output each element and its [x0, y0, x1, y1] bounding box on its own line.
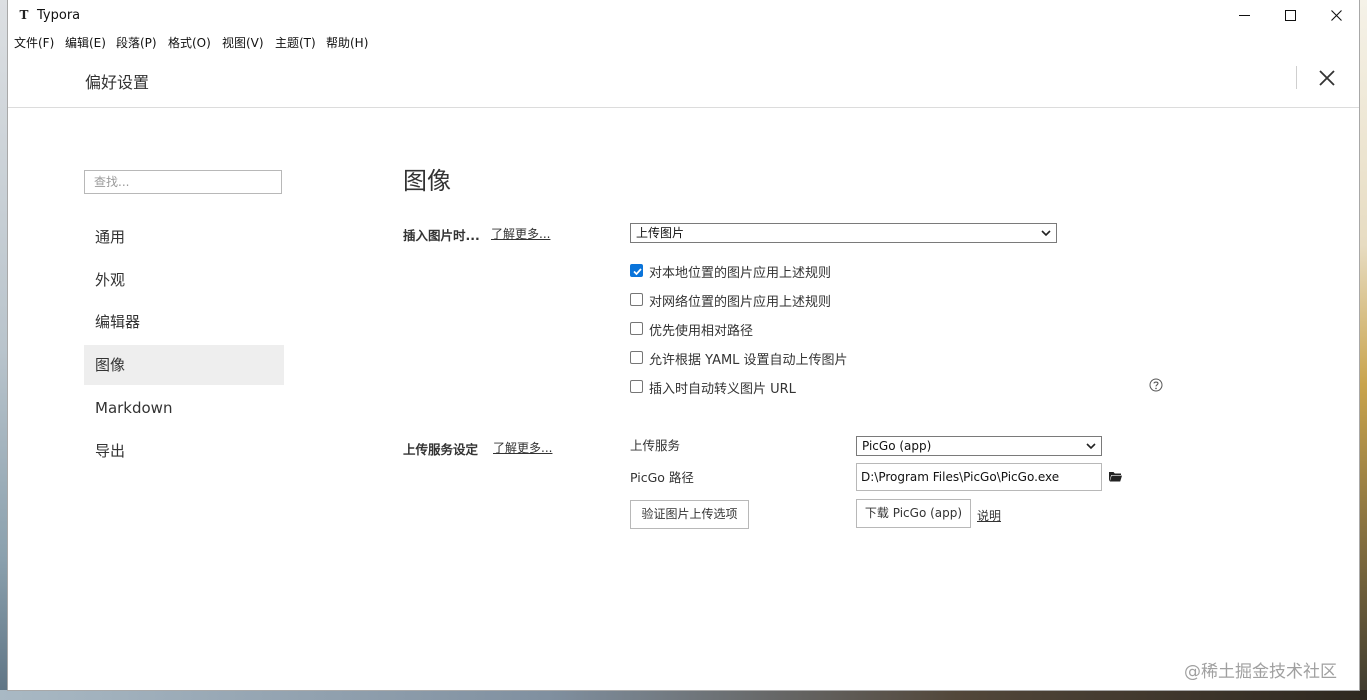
upload-service-select[interactable]: PicGo (app) [856, 436, 1102, 456]
upload-learn-more-link[interactable]: 了解更多... [493, 439, 552, 456]
menu-file[interactable]: 文件(F) [14, 34, 54, 51]
maximize-icon [1284, 10, 1296, 21]
menu-theme[interactable]: 主题(T) [275, 34, 316, 51]
folder-icon[interactable] [1109, 471, 1122, 482]
typora-window: T Typora 文件(F) 编辑(E) 段落(P) 格式(O) 视图(V) 主… [8, 0, 1359, 690]
sidebar-item-image[interactable]: 图像 [84, 345, 284, 385]
window-title: Typora [37, 8, 81, 23]
insert-image-label: 插入图片时... [403, 228, 480, 243]
checkbox-label: 对本地位置的图片应用上述规则 [649, 266, 832, 281]
title-bar: T Typora [8, 0, 1359, 31]
menu-bar: 文件(F) 编辑(E) 段落(P) 格式(O) 视图(V) 主题(T) 帮助(H… [8, 31, 1359, 53]
menu-view[interactable]: 视图(V) [222, 34, 264, 51]
download-picgo-button[interactable]: 下载 PicGo (app) [856, 499, 971, 528]
checkbox-label: 对网络位置的图片应用上述规则 [649, 295, 832, 310]
preferences-search-input[interactable] [84, 170, 282, 194]
close-icon [1319, 70, 1335, 86]
header-divider [1296, 66, 1297, 89]
checkbox-label: 插入时自动转义图片 URL [649, 382, 796, 397]
select-value: 上传图片 [636, 226, 685, 240]
desktop-background-right [1359, 0, 1367, 700]
picgo-path-input[interactable] [856, 463, 1102, 491]
upload-service-settings-label: 上传服务设定 [403, 442, 479, 457]
verify-upload-button[interactable]: 验证图片上传选项 [630, 500, 749, 529]
sidebar-item-label: 外观 [95, 271, 126, 289]
sidebar-item-label: 图像 [95, 356, 126, 374]
sidebar-item-appearance[interactable]: 外观 [84, 260, 284, 300]
sidebar-item-general[interactable]: 通用 [84, 217, 284, 257]
insert-learn-more-link[interactable]: 了解更多... [491, 225, 550, 242]
chevron-down-icon [1086, 443, 1096, 450]
minimize-icon [1238, 15, 1250, 16]
typora-app-icon: T [19, 8, 29, 22]
sidebar-item-label: 导出 [95, 442, 126, 460]
checkbox-local[interactable] [630, 264, 643, 277]
sidebar-item-markdown[interactable]: Markdown [84, 388, 284, 428]
checkbox-label: 允许根据 YAML 设置自动上传图片 [649, 353, 848, 368]
menu-edit[interactable]: 编辑(E) [65, 34, 106, 51]
checkbox-network[interactable] [630, 293, 643, 306]
help-icon[interactable] [1149, 378, 1163, 392]
checkmark-icon [633, 268, 642, 276]
preferences-header: 偏好设置 [8, 53, 1359, 108]
upload-service-label: 上传服务 [630, 438, 681, 453]
section-title: 图像 [403, 167, 451, 195]
desktop-background-bottom [0, 690, 1367, 700]
insert-image-action-select[interactable]: 上传图片 [630, 223, 1057, 243]
close-icon [1330, 10, 1342, 21]
menu-help[interactable]: 帮助(H) [326, 34, 368, 51]
sidebar-item-label: 编辑器 [95, 313, 141, 331]
select-value: PicGo (app) [862, 439, 932, 453]
preferences-close-button[interactable] [1316, 67, 1338, 89]
desktop-background-left [0, 0, 8, 700]
picgo-path-label: PicGo 路径 [630, 470, 694, 485]
sidebar-item-export[interactable]: 导出 [84, 431, 284, 471]
checkbox-yaml-upload[interactable] [630, 351, 643, 364]
window-close-button[interactable] [1313, 0, 1359, 31]
preferences-title: 偏好设置 [85, 73, 150, 92]
sidebar-item-label: Markdown [95, 399, 173, 417]
sidebar-item-label: 通用 [95, 228, 126, 246]
checkbox-escape-url[interactable] [630, 380, 643, 393]
sidebar-item-editor[interactable]: 编辑器 [84, 302, 284, 342]
checkbox-label: 优先使用相对路径 [649, 324, 754, 339]
menu-format[interactable]: 格式(O) [168, 34, 211, 51]
maximize-button[interactable] [1267, 0, 1313, 31]
checkbox-relative-path[interactable] [630, 322, 643, 335]
minimize-button[interactable] [1221, 0, 1267, 31]
watermark: @稀土掘金技术社区 [1184, 662, 1337, 682]
picgo-help-link[interactable]: 说明 [977, 507, 1001, 524]
menu-paragraph[interactable]: 段落(P) [116, 34, 157, 51]
chevron-down-icon [1041, 230, 1051, 237]
